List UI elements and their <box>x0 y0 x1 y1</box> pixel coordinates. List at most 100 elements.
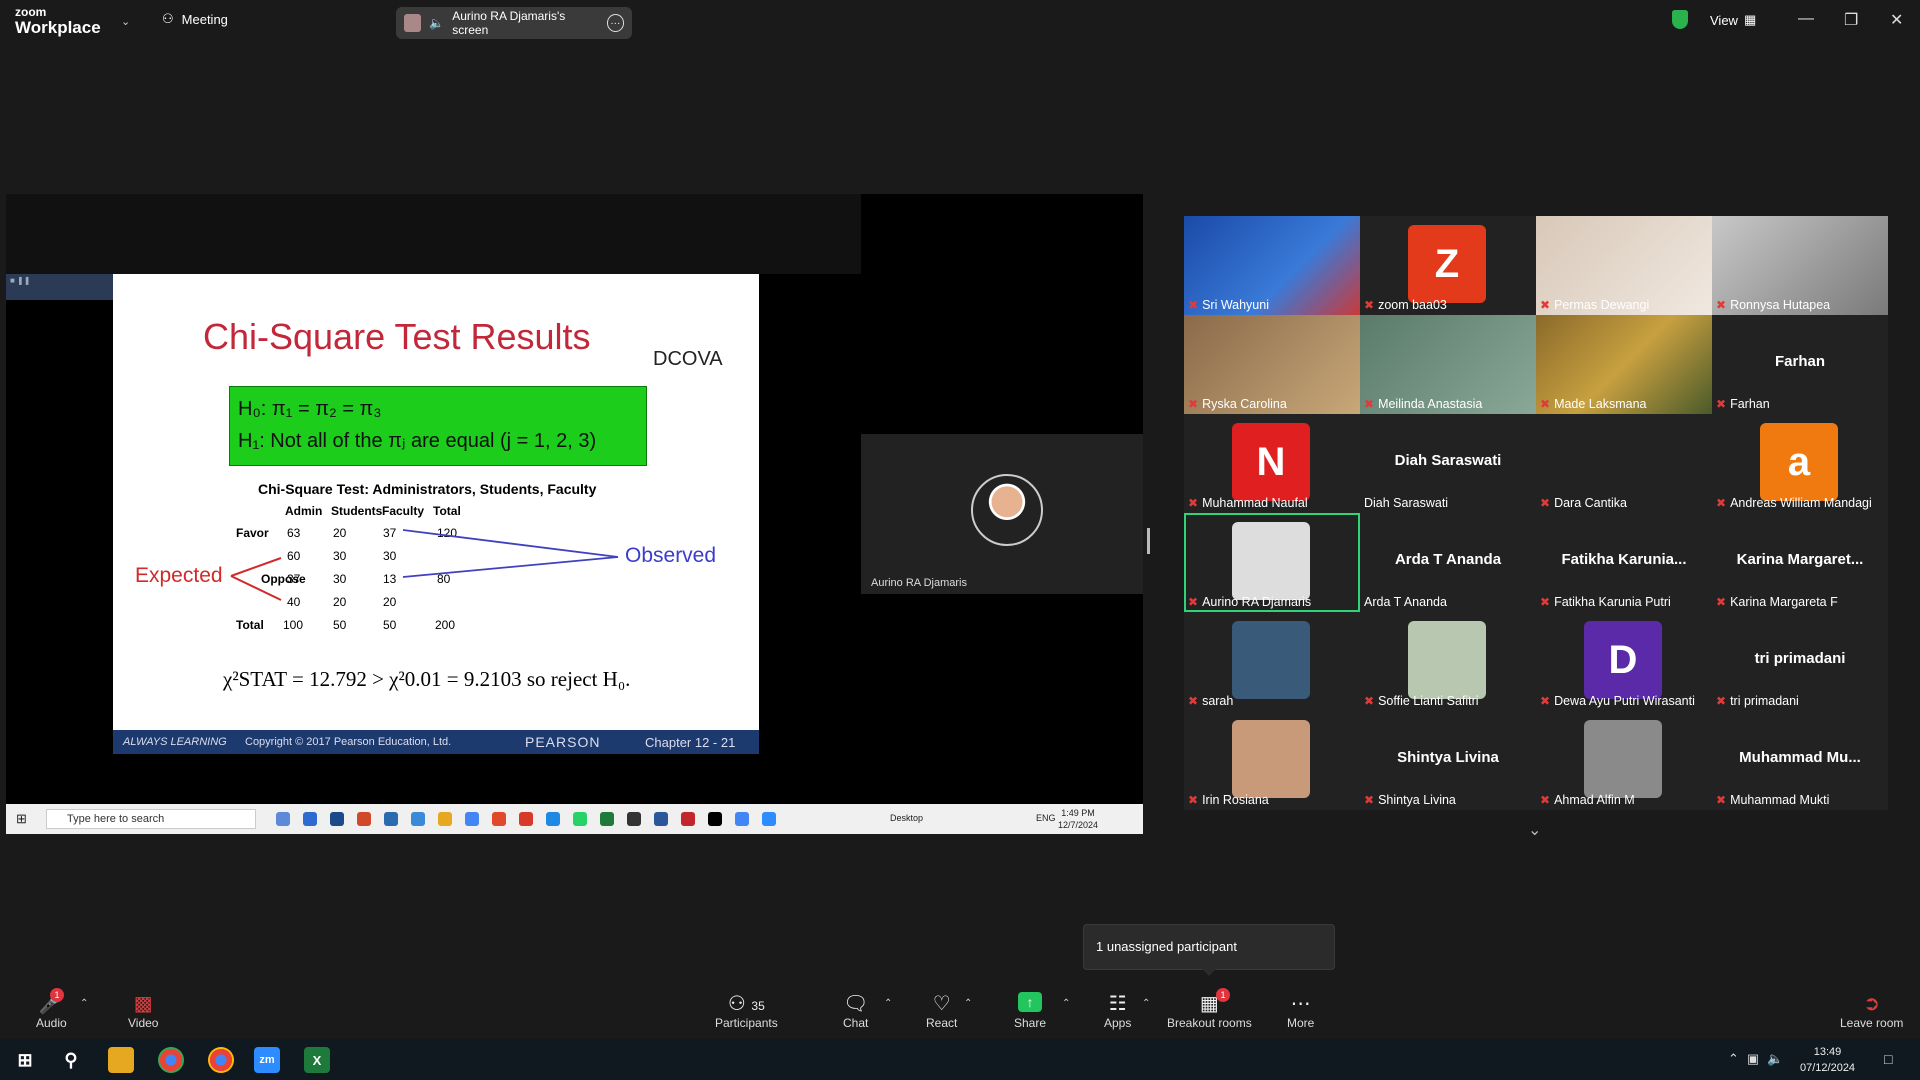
participant-tile[interactable]: D ✖ Dewa Ayu Putri Wirasanti <box>1536 612 1712 711</box>
participant-display-name: Farhan <box>1774 353 1825 370</box>
chevron-up-icon[interactable]: ⌃ <box>964 998 972 1009</box>
participant-name: ✖ Ronnysa Hutapea <box>1716 298 1830 312</box>
chevron-up-icon[interactable]: ⌃ <box>80 998 88 1009</box>
shared-screen[interactable]: ■ ❚❚ Chi-Square Test Results DCOVA H₀: π… <box>6 194 1143 834</box>
video-button[interactable]: ▩ Video <box>128 992 158 1030</box>
shield-icon[interactable] <box>1672 10 1688 29</box>
participant-name-text: Muhammad Naufal <box>1202 496 1308 510</box>
participant-name: ✖ Aurino RA Djamaris <box>1188 595 1311 609</box>
participant-tile[interactable]: Diah Saraswati Diah Saraswati <box>1360 414 1536 513</box>
participant-name-text: Arda T Ananda <box>1364 595 1447 609</box>
participant-tile[interactable]: ✖ Meilinda Anastasia <box>1360 315 1536 414</box>
breakout-rooms-button[interactable]: ▦ Breakout rooms <box>1167 992 1252 1030</box>
participant-tile[interactable]: a ✖ Andreas William Mandagi <box>1712 414 1888 513</box>
participant-display-name: tri primadani <box>1754 650 1846 667</box>
screen-share-label: Aurino RA Djamaris's screen <box>452 9 566 37</box>
avatar-initial: N <box>1256 439 1286 484</box>
participant-tile[interactable]: Farhan ✖ Farhan <box>1712 315 1888 414</box>
participant-name: ✖ Ahmad Alfin M <box>1540 793 1635 807</box>
participant-tile[interactable]: ✖ Aurino RA Djamaris <box>1184 513 1360 612</box>
mic-off-icon: ✖ <box>1188 298 1199 312</box>
meeting-button[interactable]: ⚇ Meeting <box>162 11 228 27</box>
react-button[interactable]: ♡ React <box>926 992 957 1030</box>
file-explorer-icon[interactable] <box>108 1047 134 1073</box>
presenter-video: Aurino RA Djamaris <box>861 434 1143 594</box>
restore-icon[interactable]: ❐ <box>1844 10 1858 30</box>
participant-tile[interactable]: ✖ Permas Dewangi <box>1536 216 1712 315</box>
participant-tile[interactable]: ✖ Irin Rosiana <box>1184 711 1360 810</box>
mic-off-icon: ✖ <box>1540 793 1551 807</box>
chevron-up-icon[interactable]: ⌃ <box>1142 998 1150 1009</box>
breakout-badge: 1 <box>1216 988 1230 1002</box>
screen-share-pill[interactable]: 🔈 Aurino RA Djamaris's screen ··· <box>396 7 632 39</box>
close-icon[interactable]: ✕ <box>1890 10 1903 30</box>
participant-tile[interactable]: N ✖ Muhammad Naufal <box>1184 414 1360 513</box>
chat-icon: 🗨 <box>843 993 869 1015</box>
participants-button[interactable]: ⚇ 35 Participants <box>715 992 778 1030</box>
participant-name-text: tri primadani <box>1730 694 1799 708</box>
chrome-icon[interactable] <box>208 1047 234 1073</box>
participant-tile[interactable]: Z ✖ zoom baa03 <box>1360 216 1536 315</box>
os-time: 13:49 <box>1813 1046 1842 1058</box>
chevron-down-icon[interactable]: ⌄ <box>1528 820 1541 840</box>
notification-icon[interactable]: □ <box>1884 1051 1892 1067</box>
participant-tile[interactable]: Muhammad Mu... ✖ Muhammad Mukti <box>1712 711 1888 810</box>
chat-button[interactable]: 🗨 Chat <box>843 992 868 1030</box>
more-button[interactable]: ⋯ More <box>1287 992 1314 1030</box>
participant-tile[interactable]: ✖ Ahmad Alfin M <box>1536 711 1712 810</box>
chat-label: Chat <box>843 1016 869 1030</box>
participant-tile[interactable]: ✖ Sri Wahyuni <box>1184 216 1360 315</box>
participant-name-text: Soffie Lianti Safitri <box>1378 694 1479 708</box>
participant-tile[interactable]: ✖ sarah <box>1184 612 1360 711</box>
apps-label: Apps <box>1104 1016 1132 1030</box>
participant-name-text: zoom baa03 <box>1378 298 1447 312</box>
participant-name: ✖ tri primadani <box>1716 694 1799 708</box>
zoom-icon[interactable]: zm <box>254 1047 280 1073</box>
chevron-up-icon[interactable]: ⌃ <box>1062 998 1070 1009</box>
app-logo[interactable]: zoom Workplace <box>15 6 101 36</box>
participant-display-name: Muhammad Mu... <box>1739 749 1861 766</box>
participant-name-text: Meilinda Anastasia <box>1378 397 1483 411</box>
leave-room-button[interactable]: ➲ Leave room <box>1840 992 1903 1030</box>
minimize-icon[interactable]: — <box>1798 10 1814 28</box>
participant-tile[interactable]: Shintya Livina ✖ Shintya Livina <box>1360 711 1536 810</box>
people-icon: ⚇ <box>162 11 174 26</box>
share-button[interactable]: ↑ Share <box>1014 992 1046 1030</box>
participant-display-name: Shintya Livina <box>1397 749 1499 766</box>
avatar <box>971 474 1043 546</box>
chrome-icon[interactable] <box>158 1047 184 1073</box>
os-clock[interactable]: 13:49 07/12/2024 <box>1800 1044 1855 1076</box>
participant-name-text: Farhan <box>1730 397 1770 411</box>
avatar <box>1408 621 1486 699</box>
participant-tile[interactable]: ✖ Made Laksmana <box>1536 315 1712 414</box>
presentation-slide: Chi-Square Test Results DCOVA H₀: π₁ = π… <box>113 274 759 754</box>
mic-off-icon: ✖ <box>1188 694 1199 708</box>
participant-tile[interactable]: Arda T Ananda Arda T Ananda <box>1360 513 1536 612</box>
chevron-down-icon[interactable]: ⌄ <box>121 15 130 28</box>
participant-tile[interactable]: ✖ Dara Cantika <box>1536 414 1712 513</box>
participant-name: ✖ Muhammad Naufal <box>1188 496 1308 510</box>
excel-icon[interactable]: X <box>304 1047 330 1073</box>
participant-tile[interactable]: tri primadani ✖ tri primadani <box>1712 612 1888 711</box>
participant-name: Arda T Ananda <box>1364 595 1447 609</box>
participant-tile[interactable]: ✖ Soffie Lianti Safitri <box>1360 612 1536 711</box>
mic-off-icon: ✖ <box>1364 793 1375 807</box>
chevron-up-icon[interactable]: ⌃ <box>884 998 892 1009</box>
resize-handle[interactable] <box>1147 528 1150 554</box>
search-icon[interactable]: ⚲ <box>58 1047 84 1073</box>
participant-name-text: Permas Dewangi <box>1554 298 1650 312</box>
participant-tile[interactable]: ✖ Ronnysa Hutapea <box>1712 216 1888 315</box>
participant-tile[interactable]: Karina Margaret... ✖ Karina Margareta F <box>1712 513 1888 612</box>
recording-widget: ■ ❚❚ <box>6 274 114 300</box>
more-icon[interactable]: ··· <box>606 14 624 32</box>
inner-taskbar: ⊞ Type here to search Desktop ENG 1:49 P… <box>6 804 1143 834</box>
view-button[interactable]: View ▦ <box>1710 12 1756 28</box>
slide-footer: ALWAYS LEARNING Copyright © 2017 Pearson… <box>113 730 759 754</box>
participants-count: 35 <box>751 999 765 1013</box>
system-tray[interactable]: ⌃ ▣ 🔈 <box>1728 1051 1783 1067</box>
windows-start-icon[interactable]: ⊞ <box>12 1047 38 1073</box>
participant-tile[interactable]: Fatikha Karunia... ✖ Fatikha Karunia Putri <box>1536 513 1712 612</box>
apps-button[interactable]: ☷ Apps <box>1104 992 1131 1030</box>
participant-tile[interactable]: ✖ Ryska Carolina <box>1184 315 1360 414</box>
search-placeholder: Type here to search <box>67 813 165 825</box>
